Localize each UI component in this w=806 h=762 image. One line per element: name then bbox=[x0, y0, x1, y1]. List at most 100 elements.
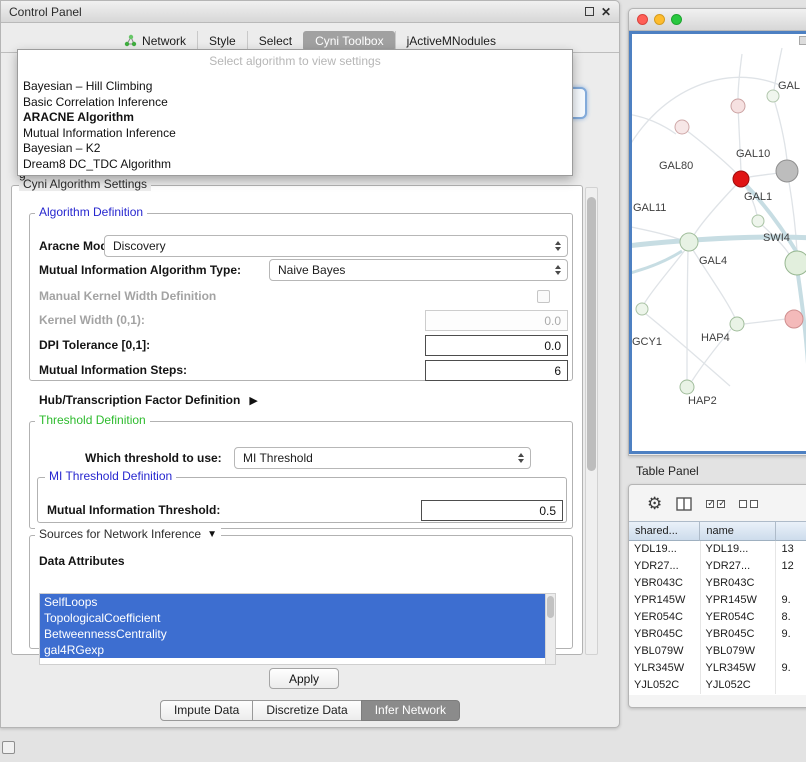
node-label: GAL bbox=[778, 80, 800, 92]
mi-steps-field[interactable] bbox=[425, 360, 568, 381]
column-header[interactable]: name bbox=[700, 521, 776, 541]
control-panel-window: Control Panel ✕ Network Style Select Cyn… bbox=[0, 0, 620, 728]
network-node[interactable] bbox=[680, 233, 698, 251]
attribute-item-selected[interactable]: gal4RGexp bbox=[40, 642, 555, 658]
network-node[interactable] bbox=[785, 310, 803, 328]
select-all-checks-icon[interactable] bbox=[706, 500, 725, 508]
cell: YBL079W bbox=[629, 643, 701, 660]
dropdown-item-selected[interactable]: ARACNE Algorithm bbox=[18, 110, 572, 126]
dropdown-item[interactable]: Bayesian – Hill Climbing bbox=[18, 79, 572, 95]
settings-scrollbar[interactable] bbox=[585, 187, 598, 655]
cell: YDL19... bbox=[701, 541, 777, 558]
cell: YBR045C bbox=[629, 626, 701, 643]
cell: YBR043C bbox=[629, 575, 701, 592]
zoom-traffic-icon[interactable] bbox=[671, 14, 682, 25]
network-canvas[interactable]: GAL80 GAL10 GAL1 GAL11 GAL4 SWI4 GCY1 HA… bbox=[632, 34, 806, 451]
network-view-window: GAL80 GAL10 GAL1 GAL11 GAL4 SWI4 GCY1 HA… bbox=[628, 8, 806, 456]
tab-label: Select bbox=[259, 34, 292, 48]
cell: YER054C bbox=[629, 609, 701, 626]
tab-jactivemnodules[interactable]: jActiveMNodules bbox=[395, 31, 507, 51]
apply-button[interactable]: Apply bbox=[269, 668, 339, 689]
cell bbox=[776, 643, 806, 660]
tab-discretize-data[interactable]: Discretize Data bbox=[252, 700, 361, 721]
network-node[interactable] bbox=[733, 171, 749, 187]
network-node[interactable] bbox=[776, 160, 798, 182]
tab-cyni-toolbox[interactable]: Cyni Toolbox bbox=[303, 31, 394, 51]
table-row[interactable]: YPR145W YPR145W 9. bbox=[629, 592, 806, 609]
table-row[interactable]: YDL19... YDL19... 13 bbox=[629, 541, 806, 558]
attribute-item-selected[interactable]: SelfLoops bbox=[40, 594, 555, 610]
cell: YJL052C bbox=[701, 677, 777, 694]
network-node[interactable] bbox=[731, 99, 745, 113]
expand-arrow-icon: ▶ bbox=[249, 394, 257, 407]
node-label: HAP2 bbox=[688, 395, 717, 407]
table-body: YDL19... YDL19... 13 YDR27... YDR27... 1… bbox=[629, 541, 806, 695]
column-header[interactable] bbox=[776, 521, 806, 541]
minimized-panel-icon[interactable] bbox=[2, 741, 15, 754]
float-window-icon[interactable] bbox=[585, 7, 594, 16]
network-node[interactable] bbox=[675, 120, 689, 134]
cell: 8. bbox=[776, 609, 806, 626]
network-node[interactable] bbox=[730, 317, 744, 331]
birdseye-toggle-icon[interactable] bbox=[799, 36, 806, 45]
cell: YDR27... bbox=[629, 558, 701, 575]
table-row[interactable]: YDR27... YDR27... 12 bbox=[629, 558, 806, 575]
tab-select[interactable]: Select bbox=[247, 31, 303, 51]
cell: YPR145W bbox=[701, 592, 777, 609]
tab-network[interactable]: Network bbox=[113, 31, 197, 51]
list-scrollbar[interactable] bbox=[545, 594, 555, 664]
dropdown-item[interactable]: Mutual Information Inference bbox=[18, 126, 572, 142]
column-selector-icon[interactable] bbox=[676, 497, 692, 511]
mi-type-combo[interactable]: Naive Bayes bbox=[269, 259, 568, 281]
table-panel-title: Table Panel bbox=[636, 464, 699, 478]
node-label: GAL1 bbox=[744, 191, 772, 203]
close-traffic-icon[interactable] bbox=[637, 14, 648, 25]
mi-threshold-legend: MI Threshold Definition bbox=[45, 470, 176, 483]
tab-label: Network bbox=[142, 34, 186, 48]
cyni-settings-legend: Cyni Algorithm Settings bbox=[19, 178, 151, 191]
table-row[interactable]: YLR345W YLR345W 9. bbox=[629, 660, 806, 677]
combo-value: MI Threshold bbox=[243, 451, 313, 465]
gear-icon[interactable]: ⚙ bbox=[647, 495, 662, 513]
network-node[interactable] bbox=[785, 251, 806, 275]
dpi-tolerance-field[interactable] bbox=[425, 335, 568, 356]
which-threshold-combo[interactable]: MI Threshold bbox=[234, 447, 531, 469]
table-row[interactable]: YBL079W YBL079W bbox=[629, 643, 806, 660]
tab-label: Cyni Toolbox bbox=[315, 34, 383, 48]
aracne-mode-combo[interactable]: Discovery bbox=[104, 235, 568, 257]
window-title: Control Panel bbox=[9, 5, 82, 19]
cell: 9. bbox=[776, 592, 806, 609]
node-label: GAL4 bbox=[699, 255, 727, 267]
sources-legend[interactable]: Sources for Network Inference ▼ bbox=[35, 528, 221, 541]
algorithm-definition-legend: Algorithm Definition bbox=[35, 206, 147, 219]
minimize-traffic-icon[interactable] bbox=[654, 14, 665, 25]
network-node[interactable] bbox=[680, 380, 694, 394]
network-node[interactable] bbox=[752, 215, 764, 227]
network-window-titlebar bbox=[629, 9, 806, 31]
dropdown-item[interactable]: Bayesian – K2 bbox=[18, 141, 572, 157]
node-label: GCY1 bbox=[632, 336, 662, 348]
close-icon[interactable]: ✕ bbox=[601, 7, 611, 17]
tab-infer-network[interactable]: Infer Network bbox=[361, 700, 460, 721]
table-row[interactable]: YER054C YER054C 8. bbox=[629, 609, 806, 626]
dropdown-item[interactable]: Basic Correlation Inference bbox=[18, 95, 572, 111]
combo-arrows-icon bbox=[555, 241, 561, 251]
attribute-item-selected[interactable]: BetweennessCentrality bbox=[40, 626, 555, 642]
tab-impute-data[interactable]: Impute Data bbox=[160, 700, 253, 721]
cell: YDL19... bbox=[629, 541, 701, 558]
attribute-item-selected[interactable]: TopologicalCoefficient bbox=[40, 610, 555, 626]
network-node[interactable] bbox=[636, 303, 648, 315]
column-header[interactable]: shared... bbox=[629, 521, 700, 541]
table-row[interactable]: YBR043C YBR043C bbox=[629, 575, 806, 592]
hub-section-toggle[interactable]: Hub/Transcription Factor Definition ▶ bbox=[39, 393, 258, 407]
combo-arrows-icon bbox=[555, 265, 561, 275]
dropdown-item[interactable]: Dream8 DC_TDC Algorithm bbox=[18, 157, 572, 173]
deselect-all-checks-icon[interactable] bbox=[739, 500, 758, 508]
threshold-definition-legend: Threshold Definition bbox=[35, 414, 150, 427]
mi-threshold-field[interactable] bbox=[421, 500, 563, 521]
tab-style[interactable]: Style bbox=[197, 31, 247, 51]
table-row[interactable]: YJL052C YJL052C bbox=[629, 677, 806, 694]
table-row[interactable]: YBR045C YBR045C 9. bbox=[629, 626, 806, 643]
manual-kernel-label: Manual Kernel Width Definition bbox=[39, 289, 216, 303]
hub-section-label: Hub/Transcription Factor Definition bbox=[39, 393, 240, 407]
